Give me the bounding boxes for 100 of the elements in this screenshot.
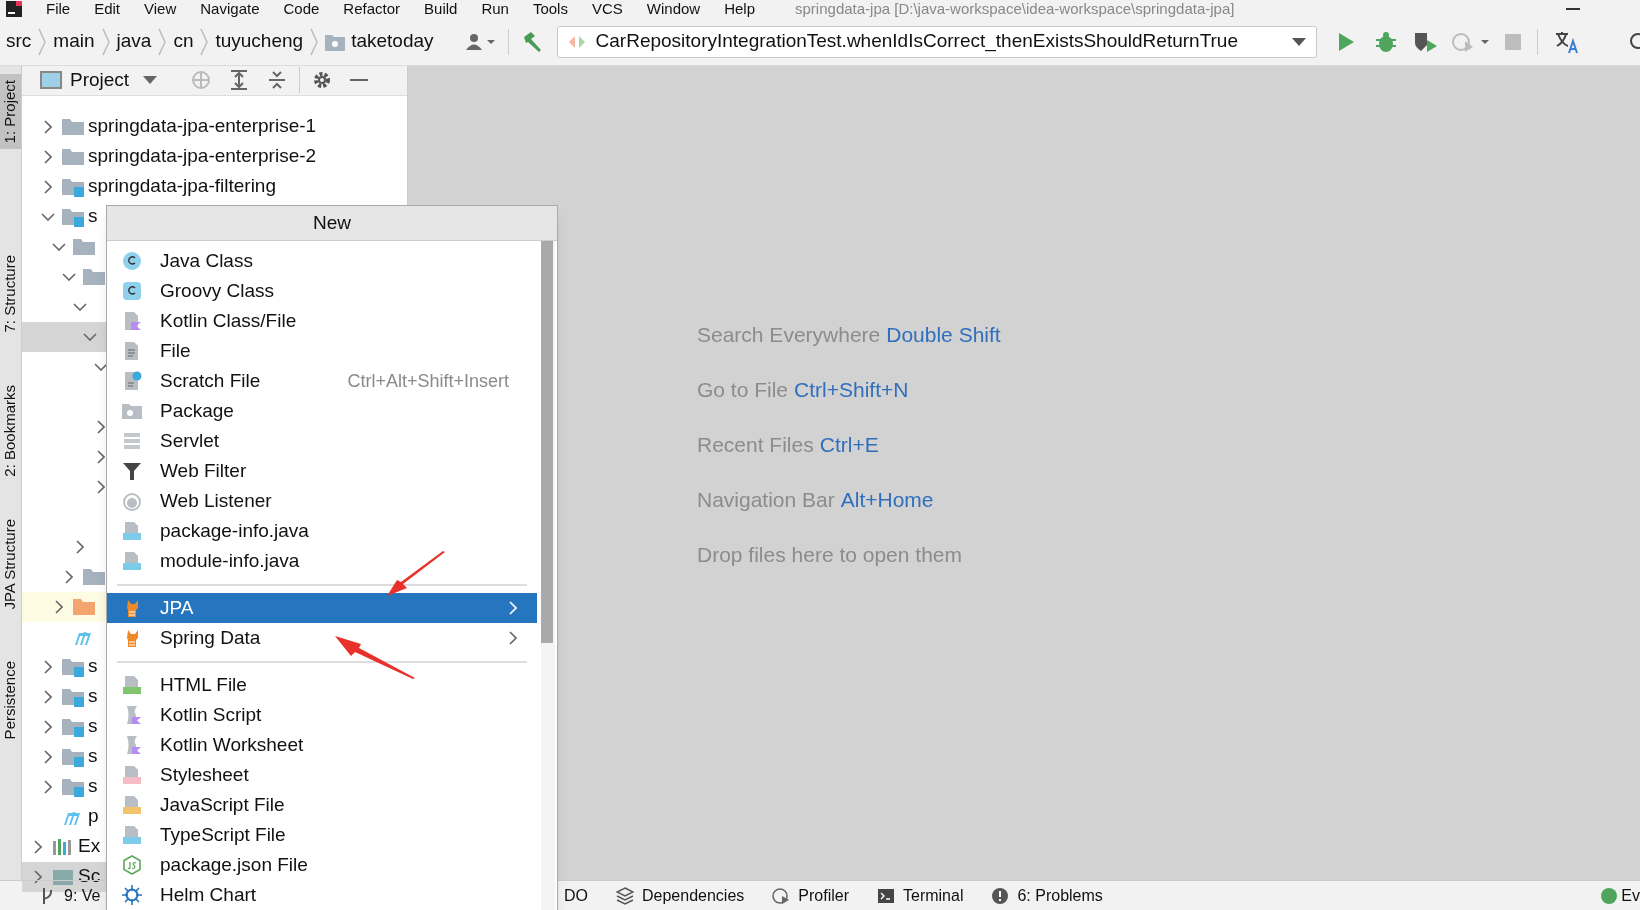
java-file-icon: [122, 551, 142, 571]
menu-item[interactable]: Run: [481, 1, 509, 17]
chevron-icon: [100, 26, 111, 57]
status-tab[interactable]: DO: [564, 883, 588, 908]
hide-icon[interactable]: [350, 79, 369, 82]
menu-item[interactable]: Web Listener: [107, 486, 537, 516]
hint-text: Drop files here to open them: [697, 542, 962, 568]
tool-window-tab[interactable]: JPA Structure: [0, 512, 21, 616]
settings-icon[interactable]: [312, 70, 333, 91]
status-tab[interactable]: Dependencies: [642, 883, 745, 908]
css-file-icon: [122, 765, 142, 785]
menu-item[interactable]: File: [46, 1, 71, 17]
menu-item[interactable]: Edit: [94, 1, 121, 17]
run-configuration-dropdown[interactable]: CarRepositoryIntegrationTest.whenIdIsCorrect_thenExistsShouldReturnTrue: [556, 25, 1317, 58]
expand-all-icon[interactable]: [229, 70, 250, 91]
menu-item[interactable]: Window: [646, 1, 701, 17]
test-icon: [567, 34, 586, 49]
hint-text: Navigation Bar: [697, 487, 835, 513]
window-title: springdata-jpa [D:\java-workspace\idea-workspace\springdata-jpa]: [795, 1, 1235, 17]
menu-item[interactable]: VCS: [591, 1, 623, 17]
breadcrumb-item[interactable]: taketoday: [351, 27, 434, 56]
menu-item[interactable]: package-info.java: [107, 516, 537, 546]
chevron-icon: [309, 26, 320, 57]
menu-item[interactable]: Kotlin Script: [107, 700, 537, 730]
tool-window-tab[interactable]: 7: Structure: [0, 249, 21, 339]
tree-item[interactable]: springdata-jpa-enterprise-1: [88, 112, 317, 141]
menu-item[interactable]: Package: [107, 396, 537, 426]
tree-item[interactable]: s: [88, 742, 98, 771]
menu-item[interactable]: Java Class: [107, 246, 537, 276]
caret-icon[interactable]: [143, 76, 158, 85]
breadcrumb-item[interactable]: java: [116, 27, 152, 56]
tool-window-tab[interactable]: Persistence: [0, 655, 21, 746]
menu-item[interactable]: module-info.java: [107, 546, 537, 576]
breadcrumb-item[interactable]: main: [53, 27, 95, 56]
menu-item[interactable]: JavaScript File: [107, 790, 537, 820]
layers-icon: [616, 886, 634, 905]
status-tab[interactable]: 9: Ve: [64, 883, 101, 908]
breadcrumb-item[interactable]: cn: [173, 27, 194, 56]
tree-item[interactable]: Ex: [78, 832, 101, 861]
menu-item[interactable]: Stylesheet: [107, 760, 537, 790]
status-tab[interactable]: Ev: [1621, 883, 1640, 908]
status-tab[interactable]: Profiler: [798, 883, 849, 908]
menu-item[interactable]: HTML File: [107, 670, 537, 700]
collapse-all-icon[interactable]: [267, 70, 288, 91]
shortcut-text: Ctrl+Shift+N: [794, 377, 909, 403]
bug-icon[interactable]: [1374, 30, 1397, 53]
warning-icon: [991, 886, 1010, 905]
class-icon: [122, 281, 142, 301]
menu-item[interactable]: Help: [724, 1, 756, 17]
user-icon[interactable]: [463, 32, 496, 51]
breadcrumb-item[interactable]: src: [6, 27, 32, 56]
breadcrumb-item[interactable]: tuyucheng: [215, 27, 304, 56]
tree-item[interactable]: s: [88, 712, 98, 741]
menu-item[interactable]: Refactor: [343, 1, 401, 17]
class-icon: [122, 251, 142, 271]
servlet-icon: [122, 431, 142, 451]
nodejs-icon: [122, 855, 142, 875]
bar-chart-icon: [52, 836, 74, 857]
tree-item[interactable]: springdata-jpa-enterprise-2: [88, 142, 317, 171]
package-icon: [122, 401, 142, 421]
menu-item[interactable]: Web Filter: [107, 456, 537, 486]
shortcut-text: Ctrl+Alt+Shift+Insert: [347, 369, 509, 393]
tree-item[interactable]: s: [88, 682, 98, 711]
tool-window-tab[interactable]: 1: Project: [0, 74, 21, 150]
tree-item[interactable]: p: [88, 802, 99, 831]
coverage-icon[interactable]: [1412, 30, 1439, 53]
menu-item[interactable]: Kotlin Worksheet: [107, 730, 537, 760]
project-view-dropdown[interactable]: Project: [70, 66, 130, 95]
tool-window-tab[interactable]: 2: Bookmarks: [0, 378, 21, 483]
scratch-file-icon: [122, 371, 142, 391]
menu-item[interactable]: File: [107, 336, 537, 366]
status-tab[interactable]: Terminal: [903, 883, 964, 908]
menu-item[interactable]: Servlet: [107, 426, 537, 456]
run-icon[interactable]: [1336, 31, 1355, 52]
menu-item[interactable]: package.json File: [107, 850, 537, 880]
chevron-icon: [199, 26, 210, 57]
menu-item[interactable]: Code: [283, 1, 320, 17]
tree-item[interactable]: s: [88, 652, 98, 681]
menu-item[interactable]: JPA: [107, 593, 537, 623]
branch-icon: [40, 886, 54, 905]
menu-item[interactable]: Build: [424, 1, 458, 17]
menu-item[interactable]: Navigate: [200, 1, 260, 17]
menu-item[interactable]: Tools: [532, 1, 568, 17]
menu-item[interactable]: Kotlin Class/File: [107, 306, 537, 336]
menu-item[interactable]: TypeScript File: [107, 820, 537, 850]
scrollbar-thumb[interactable]: [541, 241, 553, 643]
menu-item[interactable]: Groovy Class: [107, 276, 537, 306]
translate-icon[interactable]: [1553, 29, 1580, 54]
menu-item[interactable]: View: [144, 1, 177, 17]
shortcut-text: Alt+Home: [840, 487, 934, 513]
tree-item[interactable]: s: [88, 202, 98, 231]
tree-item[interactable]: springdata-jpa-filtering: [88, 172, 276, 201]
status-tab[interactable]: 6: Problems: [1017, 883, 1103, 908]
search-icon[interactable]: [1628, 31, 1640, 52]
hint-text: Go to File: [697, 377, 789, 403]
menu-item[interactable]: Spring Data: [107, 623, 537, 653]
tree-item[interactable]: s: [88, 772, 98, 801]
menu-item[interactable]: Scratch File Ctrl+Alt+Shift+Insert: [107, 366, 537, 396]
kotlin-file-icon: [122, 311, 142, 331]
menu-item[interactable]: Helm Chart: [107, 880, 537, 910]
